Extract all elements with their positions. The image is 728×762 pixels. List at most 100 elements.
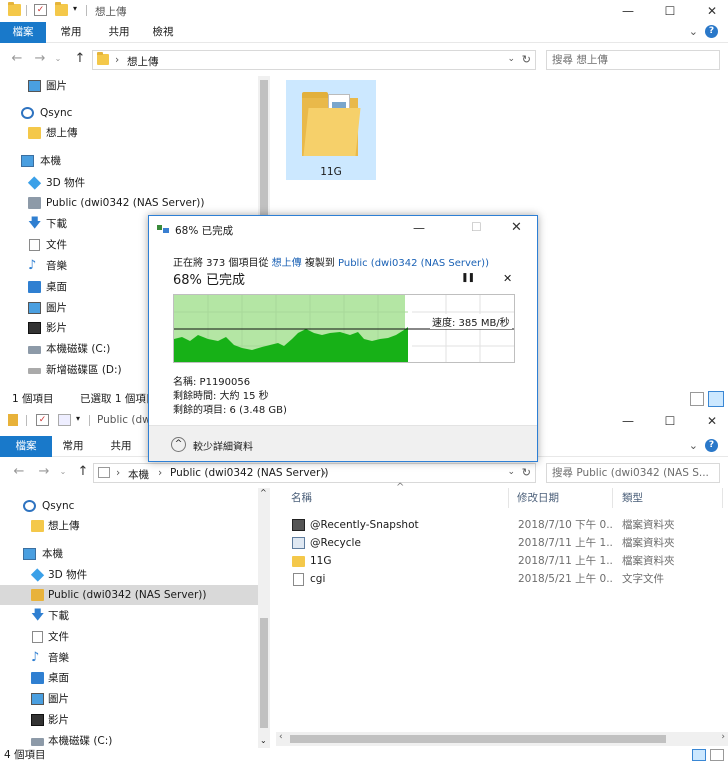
expand-ribbon-icon[interactable]: ⌄: [689, 439, 698, 452]
destination-link[interactable]: Public (dwi0342 (NAS Server)): [338, 258, 489, 269]
column-header-type[interactable]: 類型: [622, 486, 643, 510]
scroll-left-icon[interactable]: ‹: [279, 732, 283, 742]
address-bar[interactable]: › 本機 › Public (dwi0342 (NAS Server)) › ⌄…: [93, 463, 536, 483]
forward-button[interactable]: →: [33, 52, 47, 66]
nav-item-documents[interactable]: 文件: [0, 627, 258, 647]
recent-locations-icon[interactable]: ⌄: [56, 465, 70, 479]
cancel-button[interactable]: ✕: [503, 272, 512, 285]
file-date: 2018/7/11 上午 1...: [518, 555, 612, 567]
nav-item-public-nas[interactable]: Public (dwi0342 (NAS Server)): [0, 585, 258, 605]
folder-tile-11g[interactable]: 11G: [286, 80, 376, 180]
breadcrumb-item[interactable]: Public (dwi0342 (NAS Server)): [170, 467, 329, 479]
breadcrumb-item[interactable]: 想上傳: [127, 54, 159, 69]
selected-count: 已選取 1 個項目: [80, 393, 157, 405]
nav-item-3d-objects[interactable]: 3D 物件: [0, 565, 258, 585]
help-icon[interactable]: ?: [705, 439, 718, 452]
fewer-details-link[interactable]: 較少詳細資料: [193, 438, 253, 453]
column-header-name[interactable]: 名稱: [291, 486, 312, 510]
file-name: cgi: [310, 573, 326, 585]
tab-file[interactable]: 檔案: [0, 436, 52, 457]
nav-item-upload-folder[interactable]: 想上傳: [0, 123, 258, 143]
nav-item-public-nas[interactable]: Public (dwi0342 (NAS Server)): [0, 193, 258, 213]
scrollbar-thumb[interactable]: [290, 735, 666, 743]
nav-item-videos[interactable]: 影片: [0, 710, 258, 730]
nav-item-pictures[interactable]: 圖片: [0, 76, 258, 96]
folder-icon: [31, 520, 44, 532]
tab-view[interactable]: 檢視: [146, 22, 180, 43]
large-icons-view-icon[interactable]: [708, 391, 724, 407]
breadcrumb-item[interactable]: 本機: [128, 467, 149, 482]
back-button[interactable]: ←: [12, 465, 26, 479]
tab-file[interactable]: 檔案: [0, 22, 46, 43]
details-view-icon[interactable]: [690, 392, 704, 406]
close-button[interactable]: ✕: [511, 220, 522, 235]
file-name-label: 名稱: P1190056: [173, 377, 251, 388]
search-input[interactable]: 搜尋 Public (dwi0342 (NAS S...: [546, 463, 720, 483]
maximize-button[interactable]: ☐: [652, 0, 688, 22]
table-row[interactable]: @Recycle 2018/7/11 上午 1... 檔案資料夾: [290, 534, 710, 552]
folder-icon: [292, 556, 305, 567]
large-icons-view-icon[interactable]: [710, 749, 724, 761]
properties-icon[interactable]: ✓: [36, 414, 49, 426]
nav-item-downloads[interactable]: 🡇 下載: [0, 606, 258, 626]
quick-access-dropdown-icon[interactable]: ▾: [73, 4, 77, 13]
tab-home[interactable]: 常用: [54, 22, 88, 43]
help-icon[interactable]: ?: [705, 25, 718, 38]
tab-home[interactable]: 常用: [56, 436, 90, 457]
table-row[interactable]: cgi 2018/5/21 上午 0... 文字文件: [290, 570, 710, 588]
minimize-button[interactable]: —: [610, 410, 646, 432]
nav-pane-scrollbar[interactable]: ^ ⌄: [258, 488, 270, 748]
table-row[interactable]: @Recently-Snapshot 2018/7/10 下午 0... 檔案資…: [290, 516, 710, 534]
address-dropdown-icon[interactable]: ⌄: [507, 467, 515, 477]
nav-item-qsync[interactable]: Qsync: [0, 103, 258, 123]
nav-item-pictures[interactable]: 圖片: [0, 689, 258, 709]
tab-share[interactable]: 共用: [104, 436, 138, 457]
downloads-icon: 🡇: [31, 608, 45, 623]
this-pc-icon: [98, 467, 110, 478]
forward-button[interactable]: →: [37, 465, 51, 479]
speed-area: [174, 327, 408, 362]
nav-item-upload-folder[interactable]: 想上傳: [0, 516, 258, 536]
source-link[interactable]: 想上傳: [272, 258, 302, 269]
quick-access-dropdown-icon[interactable]: ▾: [76, 414, 80, 423]
details-view-icon[interactable]: [692, 749, 706, 761]
scrollbar-thumb[interactable]: [260, 618, 268, 728]
snapshot-folder-icon: [292, 519, 305, 531]
column-header-date[interactable]: 修改日期: [517, 486, 559, 510]
expand-ribbon-icon[interactable]: ⌄: [689, 25, 698, 38]
address-dropdown-icon[interactable]: ⌄: [507, 54, 515, 64]
close-button[interactable]: ✕: [694, 0, 728, 22]
pause-button[interactable]: ❚❚: [461, 273, 475, 283]
search-input[interactable]: 搜尋 想上傳: [546, 50, 720, 70]
nav-item-3d-objects[interactable]: 3D 物件: [0, 173, 258, 193]
close-button[interactable]: ✕: [694, 410, 728, 432]
minimize-button[interactable]: —: [610, 0, 646, 22]
maximize-button[interactable]: ☐: [652, 410, 688, 432]
refresh-icon[interactable]: ↻: [522, 53, 531, 66]
dialog-footer: ^ 較少詳細資料: [149, 425, 537, 461]
table-row[interactable]: 11G 2018/7/11 上午 1... 檔案資料夾: [290, 552, 710, 570]
up-button[interactable]: ↑: [73, 52, 87, 66]
tab-share[interactable]: 共用: [102, 22, 136, 43]
recent-locations-icon[interactable]: ⌄: [51, 52, 65, 66]
minimize-button[interactable]: —: [413, 221, 425, 235]
nav-item-qsync[interactable]: Qsync: [0, 496, 258, 516]
file-name: @Recycle: [310, 537, 361, 549]
new-folder-icon[interactable]: [55, 2, 68, 16]
nav-item-this-pc[interactable]: 本機: [0, 151, 258, 171]
properties-icon[interactable]: ✓: [34, 4, 47, 16]
up-button[interactable]: ↑: [76, 465, 90, 479]
nav-item-desktop[interactable]: 桌面: [0, 668, 258, 688]
horizontal-scrollbar[interactable]: ‹ ›: [276, 732, 728, 746]
scroll-down-icon[interactable]: ⌄: [260, 736, 267, 745]
scroll-up-icon[interactable]: ^: [260, 488, 267, 497]
refresh-icon[interactable]: ↻: [522, 466, 531, 479]
new-folder-icon[interactable]: [58, 414, 71, 426]
address-bar[interactable]: › 想上傳 ⌄ ↻: [92, 50, 536, 70]
scroll-right-icon[interactable]: ›: [721, 732, 725, 742]
back-button[interactable]: ←: [10, 52, 24, 66]
nav-item-this-pc[interactable]: 本機: [0, 544, 258, 564]
this-pc-icon: [23, 548, 36, 560]
nav-item-music[interactable]: ♪ 音樂: [0, 648, 258, 668]
collapse-details-icon[interactable]: ^: [171, 437, 186, 452]
